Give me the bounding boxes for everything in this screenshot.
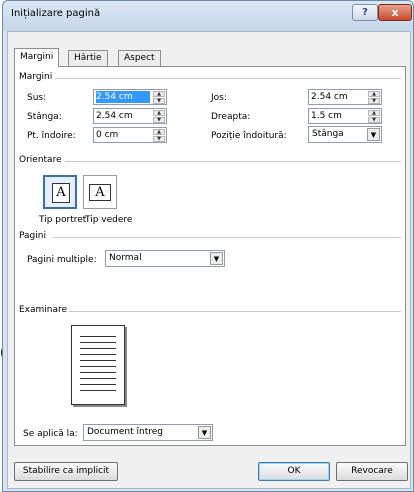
chevron-down-icon[interactable]: ▼ — [198, 426, 211, 439]
help-button[interactable]: ? — [352, 4, 378, 21]
tab-layout[interactable]: Aspect — [118, 50, 161, 66]
right-margin-stepper[interactable]: ▲ ▼ — [308, 108, 382, 124]
title-bar: Inițializare pagină ? x — [3, 1, 413, 31]
gutter-input[interactable] — [96, 129, 150, 141]
left-margin-label: Stânga: — [27, 112, 62, 122]
top-margin-input[interactable] — [96, 91, 150, 103]
landscape-button[interactable]: A — [83, 175, 117, 209]
page-setup-dialog: Inițializare pagină ? x Margini Hârtie A… — [2, 0, 414, 492]
bottom-margin-stepper[interactable]: ▲ ▼ — [308, 89, 382, 105]
left-margin-input[interactable] — [96, 110, 150, 122]
chevron-down-icon[interactable]: ▼ — [210, 252, 223, 265]
spin-down-icon[interactable]: ▼ — [153, 117, 165, 123]
divider — [65, 161, 401, 162]
bottom-margin-input[interactable] — [311, 91, 365, 103]
portrait-button[interactable]: A — [43, 175, 77, 209]
gutter-label: Pt. îndoire: — [27, 131, 76, 141]
gutter-position-value: Stânga — [312, 129, 344, 139]
chevron-down-icon[interactable]: ▼ — [367, 128, 380, 141]
portrait-label: Tip portret — [39, 215, 87, 225]
multiple-pages-label: Pagini multiple: — [27, 255, 97, 265]
divider — [53, 237, 401, 238]
margins-group-label: Margini — [19, 72, 53, 82]
cancel-button[interactable]: Revocare — [336, 462, 408, 481]
top-margin-stepper[interactable]: ▲ ▼ — [93, 89, 167, 105]
pages-group-label: Pagini — [19, 231, 46, 241]
preview-group-label: Examinare — [19, 305, 68, 315]
gutter-position-select[interactable]: Stânga ▼ — [308, 126, 382, 143]
dialog-client: Margini Hârtie Aspect Margini Sus: ▲ ▼ J… — [7, 31, 411, 489]
apply-to-select[interactable]: Document întreg ▼ — [83, 424, 213, 441]
right-margin-label: Dreapta: — [211, 112, 251, 122]
portrait-page-icon: A — [52, 183, 70, 203]
spin-down-icon[interactable]: ▼ — [153, 98, 165, 104]
apply-to-label: Se aplică la: — [23, 429, 78, 439]
right-margin-input[interactable] — [311, 110, 365, 122]
tab-paper[interactable]: Hârtie — [68, 50, 108, 66]
tab-margins[interactable]: Margini — [14, 48, 60, 67]
gutter-position-label: Poziție îndoitură: — [211, 131, 287, 141]
apply-to-value: Document întreg — [87, 427, 163, 437]
left-margin-stepper[interactable]: ▲ ▼ — [93, 108, 167, 124]
spin-up-icon[interactable]: ▲ — [368, 91, 380, 97]
gutter-stepper[interactable]: ▲ ▼ — [93, 127, 167, 143]
ok-button[interactable]: OK — [258, 462, 330, 481]
set-as-default-button[interactable]: Stabilire ca implicit — [14, 462, 118, 481]
spin-down-icon[interactable]: ▼ — [153, 136, 165, 142]
divider — [69, 311, 401, 312]
spin-down-icon[interactable]: ▼ — [368, 98, 380, 104]
bottom-margin-label: Jos: — [211, 93, 227, 103]
spin-down-icon[interactable]: ▼ — [368, 117, 380, 123]
margins-panel: Margini Sus: ▲ ▼ Jos: ▲ ▼ Stânga: ▲ ▼ Dr… — [14, 66, 406, 446]
landscape-page-icon: A — [89, 184, 111, 201]
close-button[interactable]: x — [378, 4, 412, 21]
spin-up-icon[interactable]: ▲ — [153, 110, 165, 116]
multiple-pages-select[interactable]: Normal ▼ — [105, 250, 225, 267]
orientation-group-label: Orientare — [19, 155, 62, 165]
top-margin-label: Sus: — [27, 93, 47, 103]
spin-up-icon[interactable]: ▲ — [153, 129, 165, 135]
landscape-label: Tip vedere — [85, 215, 133, 225]
multiple-pages-value: Normal — [109, 253, 142, 263]
spin-up-icon[interactable]: ▲ — [368, 110, 380, 116]
spin-up-icon[interactable]: ▲ — [153, 91, 165, 97]
divider — [55, 78, 401, 79]
dialog-title: Inițializare pagină — [11, 8, 101, 19]
preview-page-icon — [71, 325, 125, 405]
